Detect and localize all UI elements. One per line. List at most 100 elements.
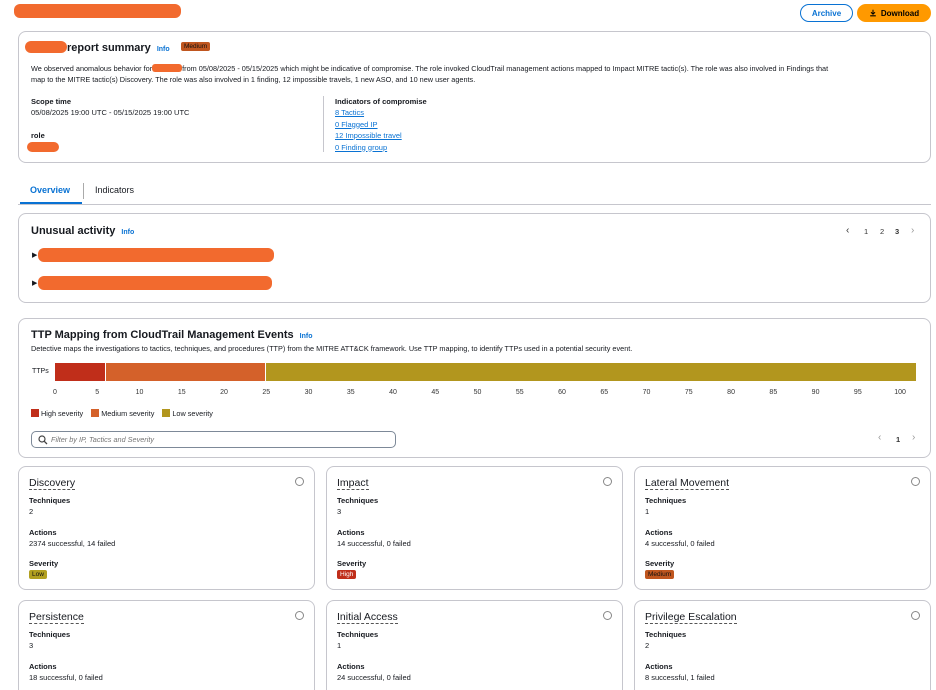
x-tick-label: 60	[558, 389, 566, 396]
x-tick-label: 100	[894, 389, 906, 396]
tactic-card-discovery[interactable]: Discovery Techniques 2 Actions 2374 succ…	[18, 466, 315, 590]
pagination-page-3[interactable]: 3	[895, 227, 899, 236]
actions-value: 8 successful, 1 failed	[645, 673, 715, 682]
x-tick-label: 20	[220, 389, 228, 396]
actions-label: Actions	[29, 528, 57, 537]
x-tick-label: 65	[600, 389, 609, 396]
x-tick-label: 15	[177, 389, 186, 396]
severity-label: Severity	[29, 559, 59, 568]
tactic-select-radio[interactable]	[911, 611, 920, 620]
tactic-card-impact[interactable]: Impact Techniques 3 Actions 14 successfu…	[326, 466, 623, 590]
x-tick-label: 25	[262, 389, 271, 396]
ioc-label: Indicators of compromise	[335, 97, 427, 106]
download-label: Download	[880, 8, 920, 18]
tactic-card-privilege-escalation[interactable]: Privilege Escalation Techniques 2 Action…	[634, 600, 931, 690]
ttp-filter-input[interactable]	[51, 433, 391, 446]
legend-low: Low severity	[162, 409, 213, 418]
scope-time-label: Scope time	[31, 97, 72, 106]
pagination-next-icon[interactable]: ›	[911, 225, 914, 236]
tab-divider	[83, 183, 84, 199]
actions-value: 4 successful, 0 failed	[645, 539, 715, 548]
ttp-x-axis: 0 5 10 15 20 25 30 35 40 45 50 55 60 65 70 75 80 85 90 95 10…	[53, 389, 917, 399]
tactic-select-radio[interactable]	[603, 477, 612, 486]
download-button[interactable]: Download	[857, 4, 931, 22]
ttp-mapping-panel: TTP Mapping from CloudTrail Management E…	[18, 318, 931, 458]
x-tick-label: 90	[811, 389, 820, 396]
pagination-prev-icon[interactable]: ‹	[846, 225, 849, 236]
techniques-label: Techniques	[337, 630, 379, 639]
tactic-title: Impact	[337, 477, 369, 490]
tactic-select-radio[interactable]	[603, 611, 612, 620]
summary-severity-badge: Medium	[181, 42, 211, 51]
archive-button[interactable]: Archive	[800, 4, 853, 22]
actions-value: 14 successful, 0 failed	[337, 539, 411, 548]
ioc-link-impossible-travel[interactable]: 12 Impossible travel	[335, 130, 402, 142]
techniques-label: Techniques	[645, 630, 687, 639]
severity-badge: Low	[29, 570, 47, 579]
x-tick-label: 30	[304, 389, 313, 396]
tactic-select-radio[interactable]	[911, 477, 920, 486]
legend-medium: Medium severity	[91, 409, 154, 418]
ttp-title: TTP Mapping from CloudTrail Management E…	[31, 329, 294, 341]
pagination-page-1[interactable]: 1	[864, 227, 868, 236]
actions-value: 24 successful, 0 failed	[337, 673, 411, 682]
techniques-value: 2	[645, 641, 650, 650]
ttp-pagination-next-icon[interactable]: ›	[912, 432, 915, 443]
expand-caret-icon[interactable]: ▶	[32, 251, 37, 259]
severity-label: Severity	[645, 559, 675, 568]
ioc-link-finding-group[interactable]: 0 Finding group	[335, 142, 402, 154]
techniques-value: 2	[29, 507, 34, 516]
ttp-bar-segment-low[interactable]	[266, 363, 916, 381]
ttp-bar-segment-medium[interactable]	[105, 363, 266, 381]
ttp-bar-segment-high[interactable]	[55, 363, 105, 381]
ioc-link-tactics[interactable]: 8 Tactics	[335, 107, 402, 119]
ttp-description: Detective maps the investigations to tac…	[31, 344, 633, 353]
techniques-value: 3	[29, 641, 34, 650]
legend-high-swatch	[31, 409, 39, 417]
tactic-card-lateral-movement[interactable]: Lateral Movement Techniques 1 Actions 4 …	[634, 466, 931, 590]
ttp-pagination-prev-icon[interactable]: ‹	[878, 432, 881, 443]
summary-info-link[interactable]: Info	[157, 46, 170, 53]
tactic-title: Lateral Movement	[645, 477, 730, 490]
x-tick-label: 70	[642, 389, 651, 396]
x-tick-label: 45	[431, 389, 440, 396]
redacted-activity-row-2[interactable]	[38, 276, 272, 290]
ttp-pagination-page-1[interactable]: 1	[896, 435, 900, 444]
tab-indicators[interactable]: Indicators	[95, 185, 134, 195]
unusual-activity-info-link[interactable]: Info	[121, 229, 134, 236]
tactic-title: Privilege Escalation	[645, 611, 737, 624]
ttp-info-link[interactable]: Info	[300, 333, 313, 340]
search-icon	[38, 435, 48, 445]
legend-medium-swatch	[91, 409, 100, 417]
download-icon	[870, 9, 876, 17]
x-tick-label: 35	[346, 389, 355, 396]
tactic-title: Discovery	[29, 477, 76, 490]
summary-description: We observed anomalous behavior for from 0…	[31, 64, 829, 84]
expand-caret-icon[interactable]: ▶	[32, 279, 37, 287]
severity-badge: Medium	[645, 570, 675, 579]
tactic-card-initial-access[interactable]: Initial Access Techniques 1 Actions 24 s…	[326, 600, 623, 690]
tactic-select-radio[interactable]	[295, 611, 304, 620]
tactic-select-radio[interactable]	[295, 477, 304, 486]
severity-badge: High	[337, 570, 357, 579]
ttp-row-label: TTPs	[32, 368, 49, 375]
actions-label: Actions	[337, 528, 365, 537]
ioc-link-flagged-ip[interactable]: 0 Flagged IP	[335, 119, 402, 131]
tab-overview[interactable]: Overview	[30, 185, 70, 195]
tactic-title: Initial Access	[337, 611, 398, 624]
techniques-label: Techniques	[29, 496, 71, 505]
ttp-filter-input-wrapper[interactable]	[31, 431, 396, 448]
summary-title: report summary	[67, 42, 151, 54]
tactic-card-persistence[interactable]: Persistence Techniques 3 Actions 18 succ…	[18, 600, 315, 690]
techniques-value: 1	[645, 507, 650, 516]
pagination-page-2[interactable]: 2	[880, 227, 884, 236]
ioc-divider	[323, 96, 324, 152]
scope-time-value: 05/08/2025 19:00 UTC - 05/15/2025 19:00 …	[31, 108, 190, 117]
x-tick-label: 75	[684, 389, 693, 396]
redacted-activity-row-1[interactable]	[38, 248, 274, 262]
actions-value: 18 successful, 0 failed	[29, 673, 103, 682]
report-summary-panel: report summary Info Medium We observed a…	[18, 31, 931, 163]
tactic-title: Persistence	[29, 611, 84, 624]
actions-label: Actions	[337, 662, 365, 671]
x-tick-label: 40	[389, 389, 397, 396]
